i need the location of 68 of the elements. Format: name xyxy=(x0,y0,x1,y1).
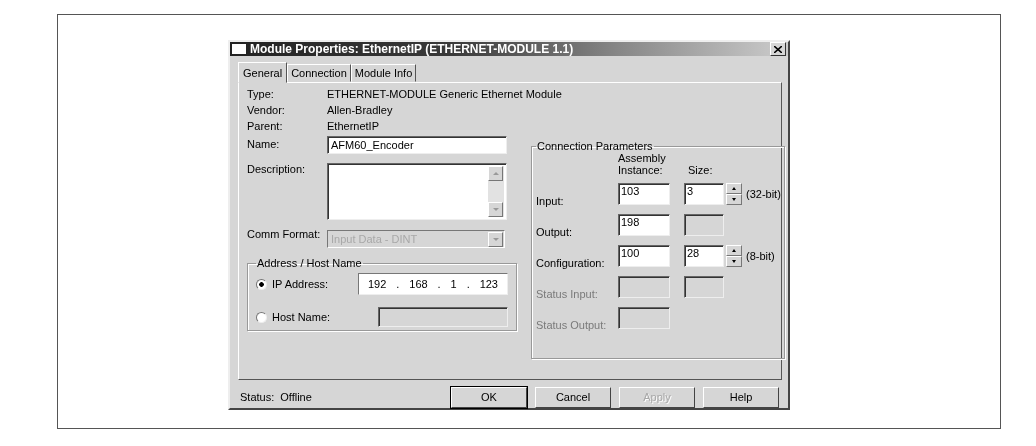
assembly-instance-field[interactable] xyxy=(618,307,670,329)
status-label: Status: xyxy=(240,391,275,403)
ip-separator: . xyxy=(437,278,441,290)
dialog-button[interactable]: OK xyxy=(451,386,527,408)
field-label: Status Input: xyxy=(536,287,599,300)
field-label: Vendor: xyxy=(247,104,286,116)
radio-label[interactable]: IP Address: xyxy=(272,278,329,290)
field-label: Comm Format: xyxy=(247,228,322,240)
assembly-instance-field[interactable]: 100 xyxy=(618,245,670,267)
unit-label: (8-bit) xyxy=(746,250,776,262)
dialog-button[interactable]: Cancel xyxy=(535,386,611,408)
scroll-down-button[interactable] xyxy=(488,202,503,217)
column-header: Size: xyxy=(687,164,714,176)
radio-button[interactable] xyxy=(256,311,267,323)
size-field[interactable] xyxy=(684,276,724,298)
size-field[interactable] xyxy=(684,214,724,236)
field-label: Parent: xyxy=(247,120,284,132)
field-label: Configuration: xyxy=(536,256,606,269)
field-label: Name: xyxy=(247,138,281,150)
ip-octet: 123 xyxy=(479,278,498,290)
ip-octet: 192 xyxy=(367,278,387,290)
field-value: Allen-Bradley xyxy=(327,104,393,116)
down-arrow-icon xyxy=(730,197,738,202)
window-title: Module Properties: EthernetIP (ETHERNET-MODULE 1.1) xyxy=(250,42,575,56)
field-label: Input: xyxy=(536,194,565,207)
group-title: Address / Host Name xyxy=(257,257,362,269)
size-field[interactable]: 28 xyxy=(684,245,724,267)
radio-label[interactable]: Host Name: xyxy=(272,311,331,323)
dropdown-arrow-icon xyxy=(491,236,500,242)
unit-label: (32-bit) xyxy=(746,188,781,200)
group-title: Connection Parameters xyxy=(537,140,653,152)
field-label: Type: xyxy=(247,88,275,100)
up-arrow-icon xyxy=(730,186,738,191)
radio-button[interactable] xyxy=(256,278,267,290)
field-label: Output: xyxy=(536,225,574,238)
dialog-button[interactable]: Help xyxy=(703,386,779,408)
size-field[interactable]: 3 xyxy=(684,183,724,205)
field-value: ETHERNET-MODULE Generic Ethernet Module xyxy=(327,88,562,100)
name-field[interactable]: AFM60_Encoder xyxy=(327,136,507,154)
host-name-field[interactable] xyxy=(378,307,508,327)
field-value: EthernetIP xyxy=(327,120,379,132)
scroll-up-button[interactable] xyxy=(488,166,503,181)
down-arrow-icon xyxy=(491,207,500,212)
description-field[interactable] xyxy=(327,163,507,220)
assembly-instance-field[interactable]: 103 xyxy=(618,183,670,205)
ip-octet: 168 xyxy=(409,278,428,290)
close-button[interactable] xyxy=(770,42,786,56)
scrollbar[interactable] xyxy=(488,166,504,217)
spinner-button[interactable] xyxy=(726,183,742,205)
ip-address-field[interactable]: 192 . 168 . 1 . 123 xyxy=(358,273,508,295)
window-icon xyxy=(232,44,246,54)
column-header: Assembly Instance: xyxy=(618,152,667,176)
ip-octet: 1 xyxy=(450,278,457,290)
status-value: Offline xyxy=(280,391,313,403)
ip-separator: . xyxy=(466,278,470,290)
assembly-instance-field[interactable]: 198 xyxy=(618,214,670,236)
up-arrow-icon xyxy=(491,171,500,176)
tab[interactable]: General xyxy=(238,62,288,83)
assembly-instance-field[interactable] xyxy=(618,276,670,298)
field-label: Description: xyxy=(247,163,307,175)
ip-separator: . xyxy=(396,278,400,290)
down-arrow-icon xyxy=(730,259,738,264)
up-arrow-icon xyxy=(730,248,738,253)
tab[interactable]: Connection xyxy=(287,64,351,82)
spinner-button[interactable] xyxy=(726,245,742,267)
field-label: Status Output: xyxy=(536,318,608,331)
close-icon xyxy=(774,45,782,53)
tab[interactable]: Module Info xyxy=(350,64,417,82)
